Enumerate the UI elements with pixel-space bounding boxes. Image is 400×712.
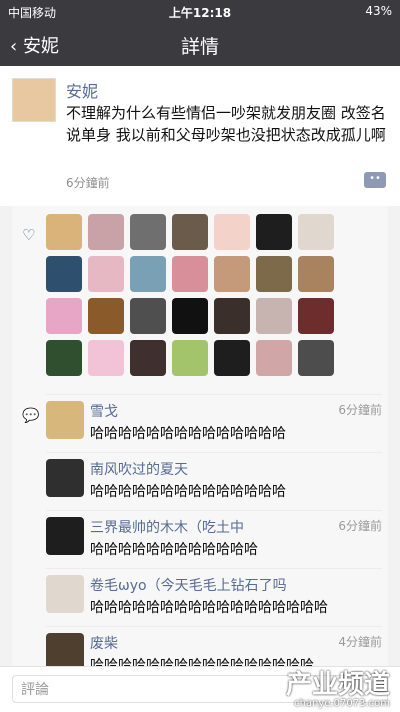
comment-icon: 💬 — [22, 408, 40, 424]
avatar[interactable] — [46, 517, 84, 555]
battery: 43% — [365, 4, 392, 18]
heart-icon: ♡ — [22, 226, 36, 244]
comment-text: 哈哈哈哈哈哈哈哈哈哈哈哈哈哈 — [90, 484, 286, 500]
comment-text: 哈哈哈哈哈哈哈哈哈哈哈哈哈哈 — [90, 426, 286, 442]
like-avatar[interactable] — [172, 340, 208, 376]
like-avatar[interactable] — [130, 340, 166, 376]
comment-time: 6分鐘前 — [338, 403, 382, 417]
comment-row[interactable]: 雪戈 6分鐘前 哈哈哈哈哈哈哈哈哈哈哈哈哈哈 — [46, 394, 382, 453]
like-avatar[interactable] — [214, 340, 250, 376]
like-avatar[interactable] — [298, 214, 334, 250]
like-avatar[interactable] — [214, 214, 250, 250]
clock: 上午12:18 — [168, 6, 232, 20]
like-avatar[interactable] — [130, 256, 166, 292]
like-avatar[interactable] — [172, 298, 208, 334]
like-avatar[interactable] — [88, 298, 124, 334]
nav-bar: ‹ 安妮 詳情 — [0, 22, 400, 66]
like-avatar[interactable] — [214, 256, 250, 292]
likes-grid — [46, 214, 346, 376]
page-title: 詳情 — [180, 36, 219, 58]
comment-text: 哈哈哈哈哈哈哈哈哈哈哈哈 — [90, 542, 258, 558]
like-avatar[interactable] — [256, 298, 292, 334]
like-avatar[interactable] — [88, 340, 124, 376]
comment-text: 哈哈哈哈哈哈哈哈哈哈哈哈哈哈哈哈哈 — [90, 600, 328, 616]
like-avatar[interactable] — [172, 256, 208, 292]
like-avatar[interactable] — [298, 256, 334, 292]
avatar[interactable] — [46, 459, 84, 497]
like-avatar[interactable] — [130, 214, 166, 250]
comment-row[interactable]: 三界最帅的木木（吃土中 6分鐘前 哈哈哈哈哈哈哈哈哈哈哈哈 — [46, 510, 382, 569]
status-bar: 中国移动 上午12:18 43% — [0, 0, 400, 22]
like-avatar[interactable] — [298, 340, 334, 376]
like-avatar[interactable] — [46, 298, 82, 334]
like-avatar[interactable] — [214, 298, 250, 334]
like-avatar[interactable] — [88, 256, 124, 292]
like-avatar[interactable] — [46, 256, 82, 292]
like-avatar[interactable] — [46, 340, 82, 376]
comment-time: 6分鐘前 — [338, 519, 382, 533]
like-avatar[interactable] — [256, 214, 292, 250]
comments-section: 💬 雪戈 6分鐘前 哈哈哈哈哈哈哈哈哈哈哈哈哈哈 南风吹过的夏天 哈哈哈哈哈哈哈… — [12, 386, 388, 674]
post-author[interactable]: 安妮 — [66, 78, 98, 102]
post: 安妮 不理解为什么有些情侣一吵架就发朋友圈 改签名说单身 我以前和父母吵架也没把… — [0, 66, 400, 206]
comment-row[interactable]: 卷毛ωyo（今天毛毛上钻石了吗 哈哈哈哈哈哈哈哈哈哈哈哈哈哈哈哈哈 — [46, 568, 382, 627]
comment-name[interactable]: 南风吹过的夏天 — [90, 459, 188, 479]
like-avatar[interactable] — [256, 340, 292, 376]
like-avatar[interactable] — [46, 214, 82, 250]
comment-name[interactable]: 三界最帅的木木（吃土中 — [90, 517, 244, 537]
comment-name[interactable]: 卷毛ωyo（今天毛毛上钻石了吗 — [90, 575, 287, 595]
more-icon[interactable]: •• — [364, 172, 386, 188]
like-avatar[interactable] — [88, 214, 124, 250]
like-avatar[interactable] — [256, 256, 292, 292]
post-time: 6分鐘前 — [66, 176, 110, 190]
comment-name[interactable]: 雪戈 — [90, 401, 118, 421]
likes-section: ♡ — [12, 206, 388, 386]
post-content: 不理解为什么有些情侣一吵架就发朋友圈 改签名说单身 我以前和父母吵架也没把状态改… — [66, 104, 386, 144]
comment-time: 4分鐘前 — [338, 635, 382, 649]
like-avatar[interactable] — [130, 298, 166, 334]
watermark-title: 产业频道 — [285, 670, 390, 700]
avatar[interactable] — [46, 575, 84, 613]
avatar[interactable] — [46, 401, 84, 439]
avatar[interactable] — [12, 78, 56, 122]
comment-name[interactable]: 废柴 — [90, 633, 118, 653]
comment-row[interactable]: 南风吹过的夏天 哈哈哈哈哈哈哈哈哈哈哈哈哈哈 — [46, 452, 382, 511]
watermark-url: chanye.07073.com — [294, 698, 390, 709]
like-avatar[interactable] — [298, 298, 334, 334]
like-avatar[interactable] — [172, 214, 208, 250]
